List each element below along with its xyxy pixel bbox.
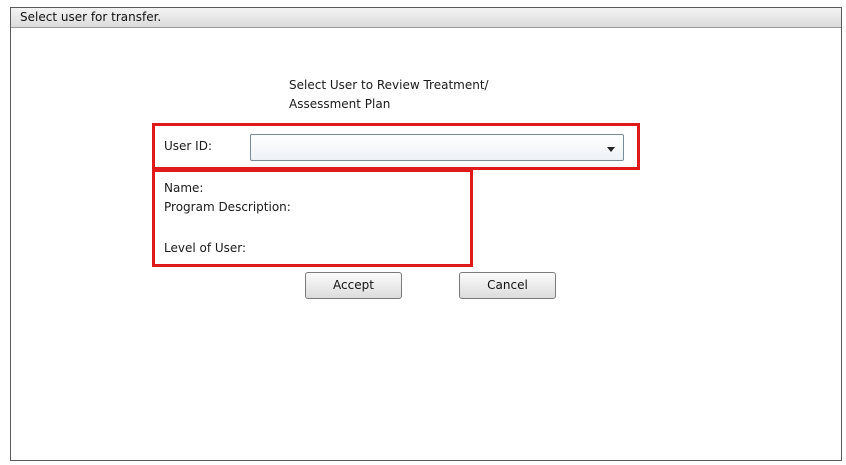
name-label: Name: <box>164 181 204 195</box>
heading-line-2: Assessment Plan <box>289 97 391 111</box>
dialog-heading: Select User to Review Treatment/ Assessm… <box>289 76 619 114</box>
cancel-button[interactable]: Cancel <box>459 272 556 299</box>
user-id-dropdown[interactable] <box>250 134 624 161</box>
accept-button[interactable]: Accept <box>305 272 402 299</box>
program-description-label: Program Description: <box>164 200 291 214</box>
user-id-label: User ID: <box>164 139 212 153</box>
dialog-window: Select user for transfer. Select User to… <box>10 7 842 461</box>
chevron-down-icon[interactable] <box>607 147 615 152</box>
title-bar: Select user for transfer. <box>11 8 841 28</box>
window-title: Select user for transfer. <box>20 10 162 24</box>
heading-line-1: Select User to Review Treatment/ <box>289 78 489 92</box>
level-of-user-label: Level of User: <box>164 241 247 255</box>
